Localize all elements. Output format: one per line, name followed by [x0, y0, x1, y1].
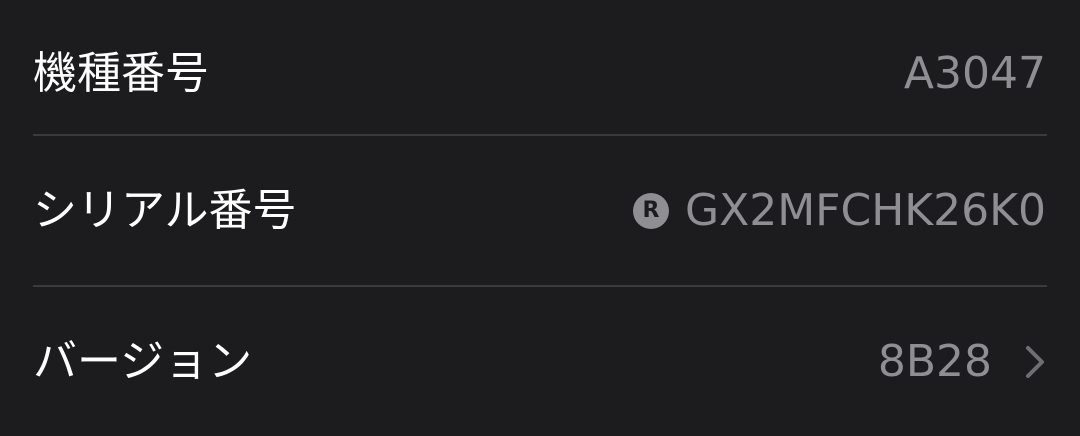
serial-number-value-group: R GX2MFCHK26K0: [632, 185, 1046, 236]
version-value: 8B28: [877, 336, 992, 387]
serial-number-value: GX2MFCHK26K0: [684, 185, 1046, 236]
model-number-value: A3047: [903, 48, 1046, 99]
info-list: 機種番号 A3047 シリアル番号 R GX2MFCHK26K0 バージョン 8…: [0, 0, 1080, 430]
row-divider: [33, 285, 1047, 287]
model-number-row: 機種番号 A3047: [0, 0, 1080, 148]
model-number-label: 機種番号: [33, 48, 209, 99]
version-row[interactable]: バージョン 8B28: [0, 288, 1080, 436]
version-label: バージョン: [33, 336, 253, 387]
chevron-right-icon: [1026, 346, 1044, 378]
registered-icon: R: [632, 193, 669, 229]
serial-number-row: シリアル番号 R GX2MFCHK26K0: [0, 137, 1080, 285]
row-divider: [33, 134, 1047, 136]
serial-number-label: シリアル番号: [33, 185, 297, 236]
